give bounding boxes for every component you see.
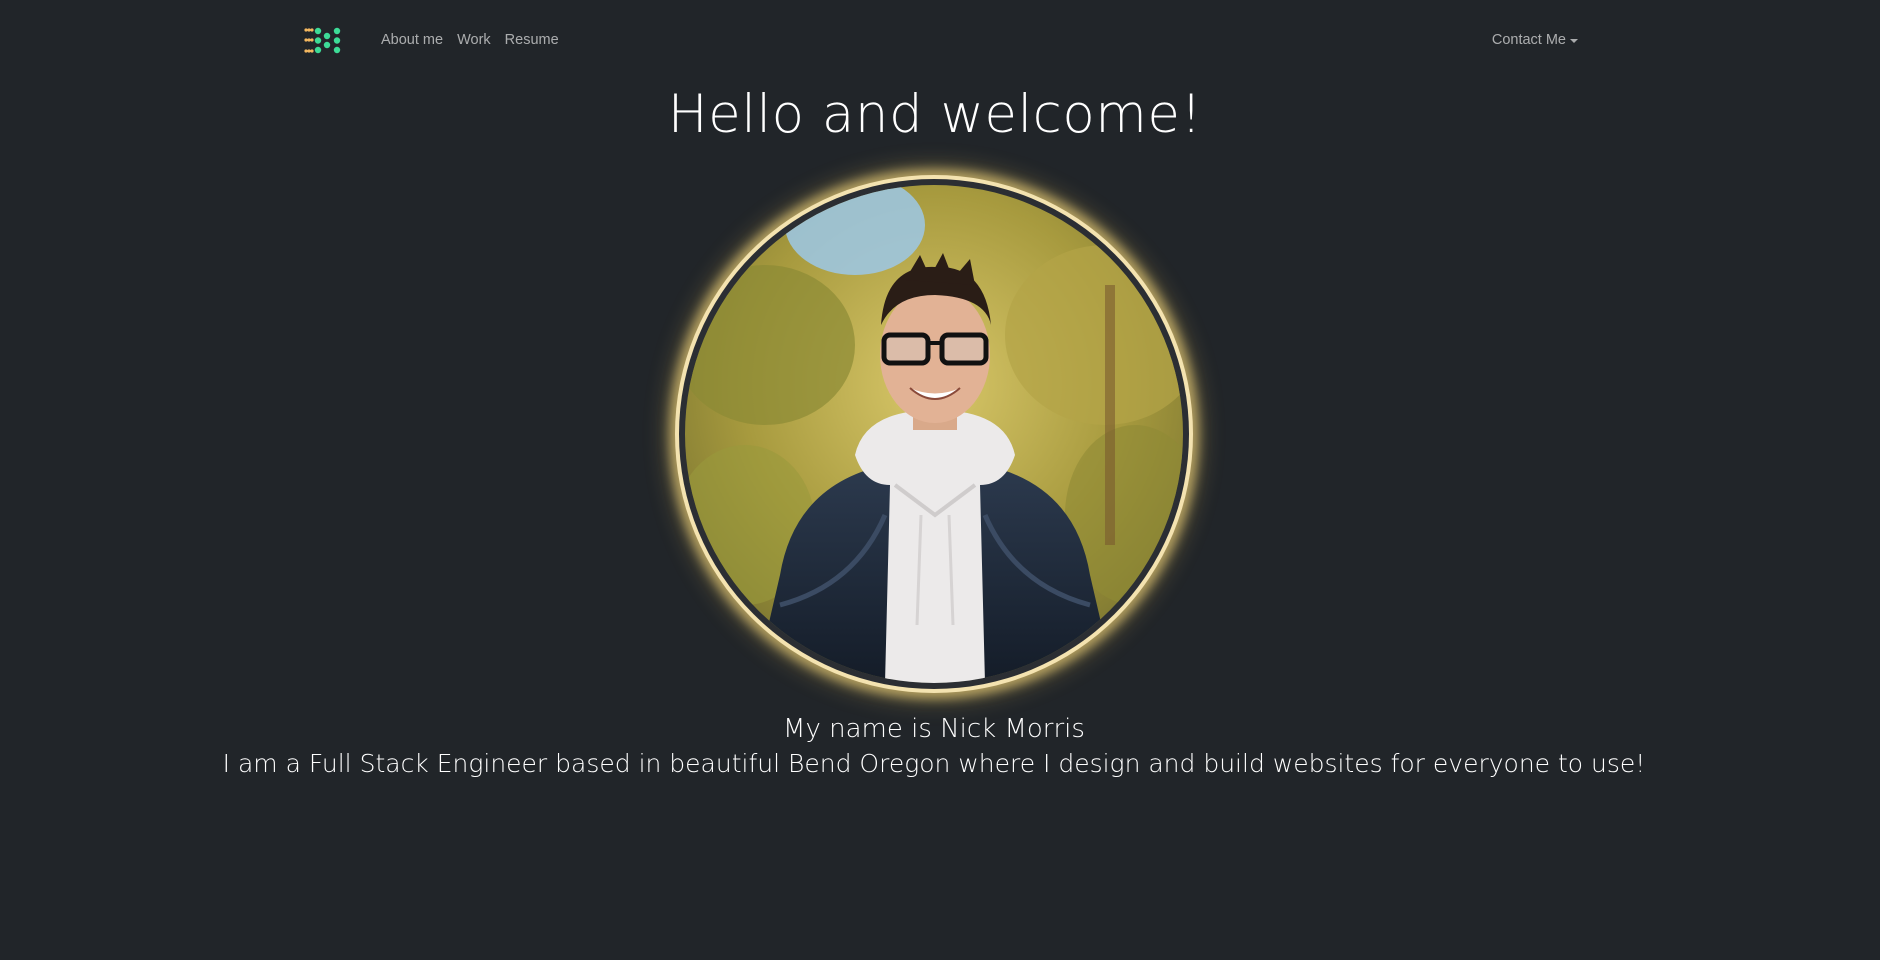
portrait-photo (685, 185, 1183, 683)
nav-link-about-me[interactable]: About me (381, 32, 443, 48)
page-title: Hello and welcome! (667, 84, 1203, 145)
nav-link-resume[interactable]: Resume (505, 32, 559, 48)
brand-logo-icon[interactable] (303, 26, 343, 56)
nav-links: About me Work Resume (381, 32, 559, 48)
portrait-frame (675, 175, 1193, 693)
intro-name: My name is Nick Morris (783, 714, 1085, 744)
caret-down-icon (1570, 38, 1578, 43)
contact-me-label: Contact Me (1491, 32, 1566, 48)
intro-description: I am a Full Stack Engineer based in beau… (222, 749, 1646, 778)
nav-link-work[interactable]: Work (457, 32, 491, 48)
contact-me-dropdown[interactable]: Contact Me (1492, 32, 1578, 48)
page: About me Work Resume Contact Me Hello an… (0, 0, 1880, 960)
navbar: About me Work Resume Contact Me (303, 22, 1580, 60)
